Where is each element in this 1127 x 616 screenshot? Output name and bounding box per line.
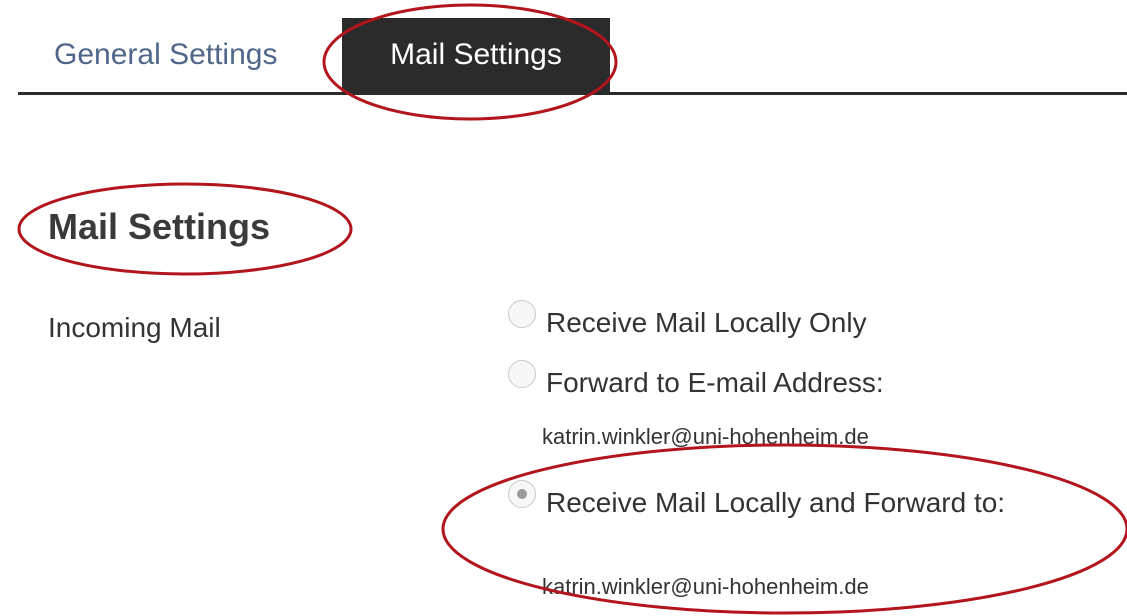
incoming-mail-label: Incoming Mail (48, 312, 221, 343)
tab-mail-settings[interactable]: Mail Settings (342, 18, 610, 92)
forward-address-value: katrin.winkler@uni-hohenheim.de (542, 424, 869, 449)
settings-tab-bar: General Settings Mail Settings (18, 0, 1127, 95)
radio-receive-locally-only[interactable] (508, 300, 536, 328)
option-label: Forward to E-mail Address: (546, 367, 884, 398)
option-forward-to-address[interactable]: Forward to E-mail Address: (508, 360, 884, 400)
option-label: Receive Mail Locally Only (546, 307, 867, 338)
option-label: Receive Mail Locally and Forward to: (546, 487, 1006, 518)
option-receive-locally-and-forward[interactable]: Receive Mail Locally and Forward to: (508, 480, 1006, 520)
radio-forward-to-address[interactable] (508, 360, 536, 388)
local-and-forward-address-value: katrin.winkler@uni-hohenheim.de (542, 574, 869, 599)
section-title: Mail Settings (48, 206, 271, 247)
tab-general-settings[interactable]: General Settings (54, 24, 277, 98)
radio-receive-locally-and-forward[interactable] (508, 480, 536, 508)
option-receive-locally-only[interactable]: Receive Mail Locally Only (508, 300, 867, 340)
